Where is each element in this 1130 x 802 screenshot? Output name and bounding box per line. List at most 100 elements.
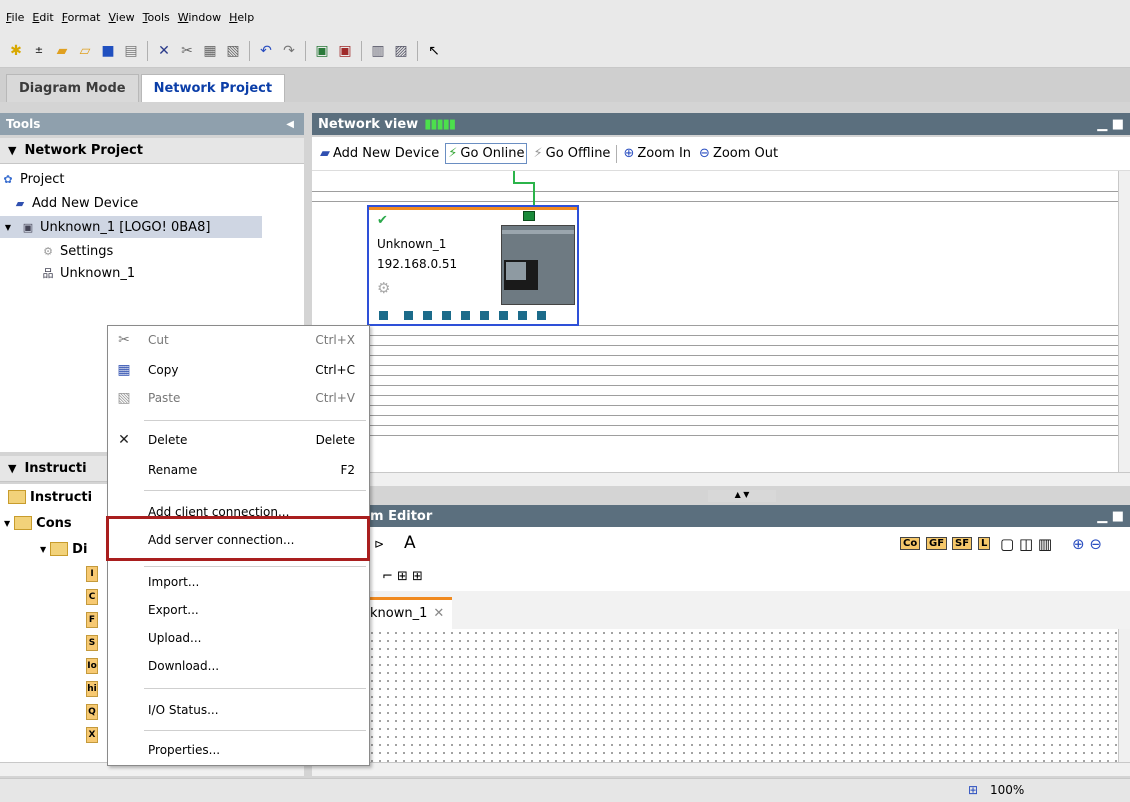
menu-item-cut-shortcut: Ctrl+X	[315, 333, 355, 347]
cut-icon[interactable]: ✂	[177, 41, 197, 61]
expand-triangle-icon[interactable]: ▼	[0, 219, 16, 235]
new-dropdown-icon[interactable]: ±	[29, 41, 49, 61]
zoom-in-button[interactable]: ⊕ Zoom In	[621, 144, 693, 163]
pc-to-device-icon[interactable]: ▣	[312, 41, 332, 61]
device-unknown-1[interactable]: ✔ Unknown_1 192.168.0.51 ⚙	[367, 205, 579, 326]
close-icon[interactable]: ✕	[433, 606, 444, 629]
diagram-editor-toolbar: ⊳ A Co GF SF L ▢ ◫ ▥ ⊕ ⊖	[312, 527, 1130, 567]
logo-device-icon: ▣	[22, 220, 34, 234]
device-to-pc-icon[interactable]: ▣	[335, 41, 355, 61]
instr-label-io[interactable]: Io	[86, 658, 98, 674]
menu-edit[interactable]: Edit	[32, 11, 53, 24]
tab-diagram-unknown-1[interactable]: known_1 ✕	[368, 597, 453, 629]
menu-item-download[interactable]: Download...	[108, 652, 369, 680]
text-tool-button[interactable]: A	[404, 533, 416, 553]
menu-tools[interactable]: Tools	[143, 11, 170, 24]
window-controls-icon[interactable]: ▁ ■	[1097, 509, 1124, 524]
menu-separator	[144, 566, 366, 567]
menu-item-cut[interactable]: ✂ Cut Ctrl+X	[108, 326, 369, 354]
instr-label-x[interactable]: X	[86, 727, 98, 743]
scissors-icon: ✂	[118, 332, 130, 348]
instr-label-f[interactable]: F	[86, 612, 98, 628]
tree-item-settings-label: Settings	[60, 243, 114, 259]
align-icons[interactable]: ⌐ ⊞ ⊞	[382, 569, 423, 584]
io-indicator	[442, 311, 451, 320]
open-folder-icon[interactable]: ▱	[75, 41, 95, 61]
menu-item-copy[interactable]: ▦ Copy Ctrl+C	[108, 356, 369, 384]
labels-button[interactable]: L	[978, 537, 991, 550]
ethernet-connection-line	[513, 171, 535, 205]
network-project-section-header[interactable]: ▼ Network Project	[0, 138, 304, 164]
undo-icon[interactable]: ↶	[256, 41, 276, 61]
menu-item-rename[interactable]: Rename F2	[108, 456, 369, 484]
menu-item-io-status[interactable]: I/O Status...	[108, 696, 369, 724]
instr-root[interactable]: Instructi	[8, 486, 92, 508]
zoom-in-label: Zoom In	[637, 146, 692, 161]
instr-label-c[interactable]: C	[86, 589, 98, 605]
network-view-hscrollbar[interactable]	[312, 472, 1130, 486]
menu-view[interactable]: View	[109, 11, 135, 24]
menu-item-delete[interactable]: ✕ Delete Delete	[108, 426, 369, 454]
instr-label-s[interactable]: S	[86, 635, 98, 651]
menu-item-paste-shortcut: Ctrl+V	[315, 391, 355, 405]
add-new-device-button[interactable]: ▰ Add New Device	[318, 144, 441, 163]
new-icon[interactable]: ✱	[6, 41, 26, 61]
help-pointer-icon[interactable]: ↖	[424, 41, 444, 61]
menu-format[interactable]: Format	[62, 11, 101, 24]
io-indicator	[404, 311, 413, 320]
go-online-button[interactable]: ⚡ Go Online	[445, 143, 528, 164]
splitter-handle-icon[interactable]: ▲ ▼	[708, 490, 776, 502]
copy-icon[interactable]: ▦	[200, 41, 220, 61]
tree-item-add-new-device[interactable]: ▰ Add New Device	[12, 192, 138, 214]
menu-item-paste[interactable]: ▧ Paste Ctrl+V	[108, 384, 369, 412]
tab-network-project[interactable]: Network Project	[140, 74, 286, 102]
convert-icon[interactable]: ▨	[391, 41, 411, 61]
tree-item-device[interactable]: ▼ ▣ Unknown_1 [LOGO! 0BA8]	[0, 216, 262, 238]
diagram-editor-canvas[interactable]	[312, 629, 1118, 762]
connector-icon[interactable]: ⊳	[374, 537, 384, 551]
network-view-vscrollbar[interactable]	[1118, 171, 1130, 472]
instr-di[interactable]: ▼ Di	[40, 538, 87, 560]
instr-cons[interactable]: ▼ Cons	[4, 512, 72, 534]
menu-file[interactable]: File	[6, 11, 24, 24]
menu-item-properties[interactable]: Properties...	[108, 736, 369, 764]
instr-label-q[interactable]: Q	[86, 704, 98, 720]
menu-item-upload-label: Upload...	[148, 631, 202, 645]
delete-icon[interactable]: ✕	[154, 41, 174, 61]
menu-window[interactable]: Window	[178, 11, 221, 24]
instr-label-i[interactable]: I	[86, 566, 98, 582]
window-controls-icon[interactable]: ▁ ■	[1097, 117, 1124, 132]
special-function-button[interactable]: SF	[952, 537, 973, 550]
zoom-out-button[interactable]: ⊖ Zoom Out	[697, 144, 780, 163]
save-icon[interactable]: ■	[98, 41, 118, 61]
go-offline-icon: ⚡	[533, 146, 543, 161]
editor-hscrollbar[interactable]	[312, 762, 1130, 776]
tree-item-settings[interactable]: ⚙ Settings	[40, 240, 113, 262]
menu-item-export[interactable]: Export...	[108, 596, 369, 624]
tree-item-network[interactable]: 品 Unknown_1	[40, 262, 136, 284]
menu-item-import[interactable]: Import...	[108, 568, 369, 596]
constant-button[interactable]: Co	[900, 537, 921, 550]
general-function-button[interactable]: GF	[926, 537, 948, 550]
redo-icon[interactable]: ↷	[279, 41, 299, 61]
go-offline-button[interactable]: ⚡ Go Offline	[531, 144, 612, 163]
compare-icon[interactable]: ▥	[368, 41, 388, 61]
menu-separator	[144, 688, 366, 689]
print-icon[interactable]: ▤	[121, 41, 141, 61]
collapse-left-icon[interactable]: ◀	[286, 119, 294, 130]
instr-label-hi[interactable]: hi	[86, 681, 98, 697]
expand-triangle-icon[interactable]: ▼	[40, 545, 46, 554]
network-line	[312, 405, 1118, 406]
new-folder-icon[interactable]: ▰	[52, 41, 72, 61]
menu-help[interactable]: Help	[229, 11, 254, 24]
expand-triangle-icon[interactable]: ▼	[4, 519, 10, 528]
tab-diagram-mode[interactable]: Diagram Mode	[6, 74, 139, 102]
network-project-section-label: Network Project	[24, 143, 143, 158]
device-name: Unknown_1	[377, 237, 447, 251]
tree-item-project[interactable]: ✿ Project	[0, 168, 64, 190]
layout-icons[interactable]: ▢ ◫ ▥	[1000, 535, 1052, 553]
editor-vscrollbar[interactable]	[1118, 629, 1130, 762]
zoom-icons[interactable]: ⊕ ⊖	[1072, 535, 1102, 553]
paste-icon[interactable]: ▧	[223, 41, 243, 61]
menu-item-upload[interactable]: Upload...	[108, 624, 369, 652]
